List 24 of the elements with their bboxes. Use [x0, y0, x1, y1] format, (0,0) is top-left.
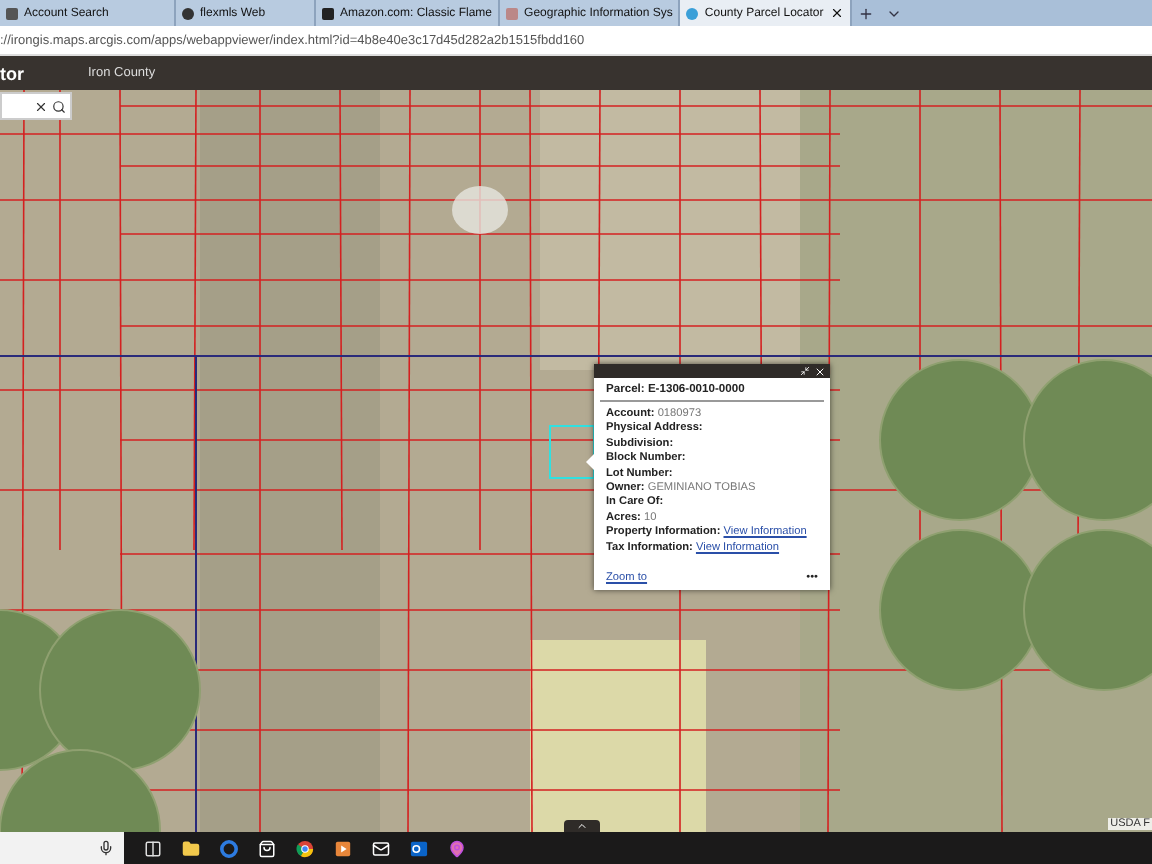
- new-tab-icon[interactable]: [857, 5, 874, 21]
- search-icon[interactable]: [52, 99, 66, 113]
- clear-icon[interactable]: [34, 99, 48, 113]
- microphone-icon[interactable]: [98, 840, 114, 856]
- search-field[interactable]: [0, 92, 72, 120]
- site-icon: [506, 7, 519, 19]
- chevron-up-icon[interactable]: [576, 820, 588, 832]
- collapse-tab[interactable]: [564, 820, 600, 832]
- mail-icon[interactable]: [372, 839, 390, 857]
- folder-icon[interactable]: [182, 839, 200, 857]
- site-icon: [6, 7, 18, 19]
- task-view-icon[interactable]: [144, 839, 162, 857]
- chrome-logo-icon[interactable]: [296, 839, 314, 857]
- app-title: tor: [0, 63, 26, 83]
- outlook-icon[interactable]: [410, 839, 428, 857]
- site-icon: [182, 7, 194, 19]
- taskbar-search-field[interactable]: [0, 832, 124, 864]
- close-icon[interactable]: [829, 6, 844, 20]
- browser-e-icon[interactable]: [220, 839, 238, 857]
- map-pin-icon[interactable]: [448, 839, 466, 857]
- site-icon: [322, 7, 334, 19]
- media-app-icon[interactable]: [334, 839, 352, 857]
- shopping-bag-icon[interactable]: [258, 839, 276, 857]
- site-icon: [686, 7, 699, 19]
